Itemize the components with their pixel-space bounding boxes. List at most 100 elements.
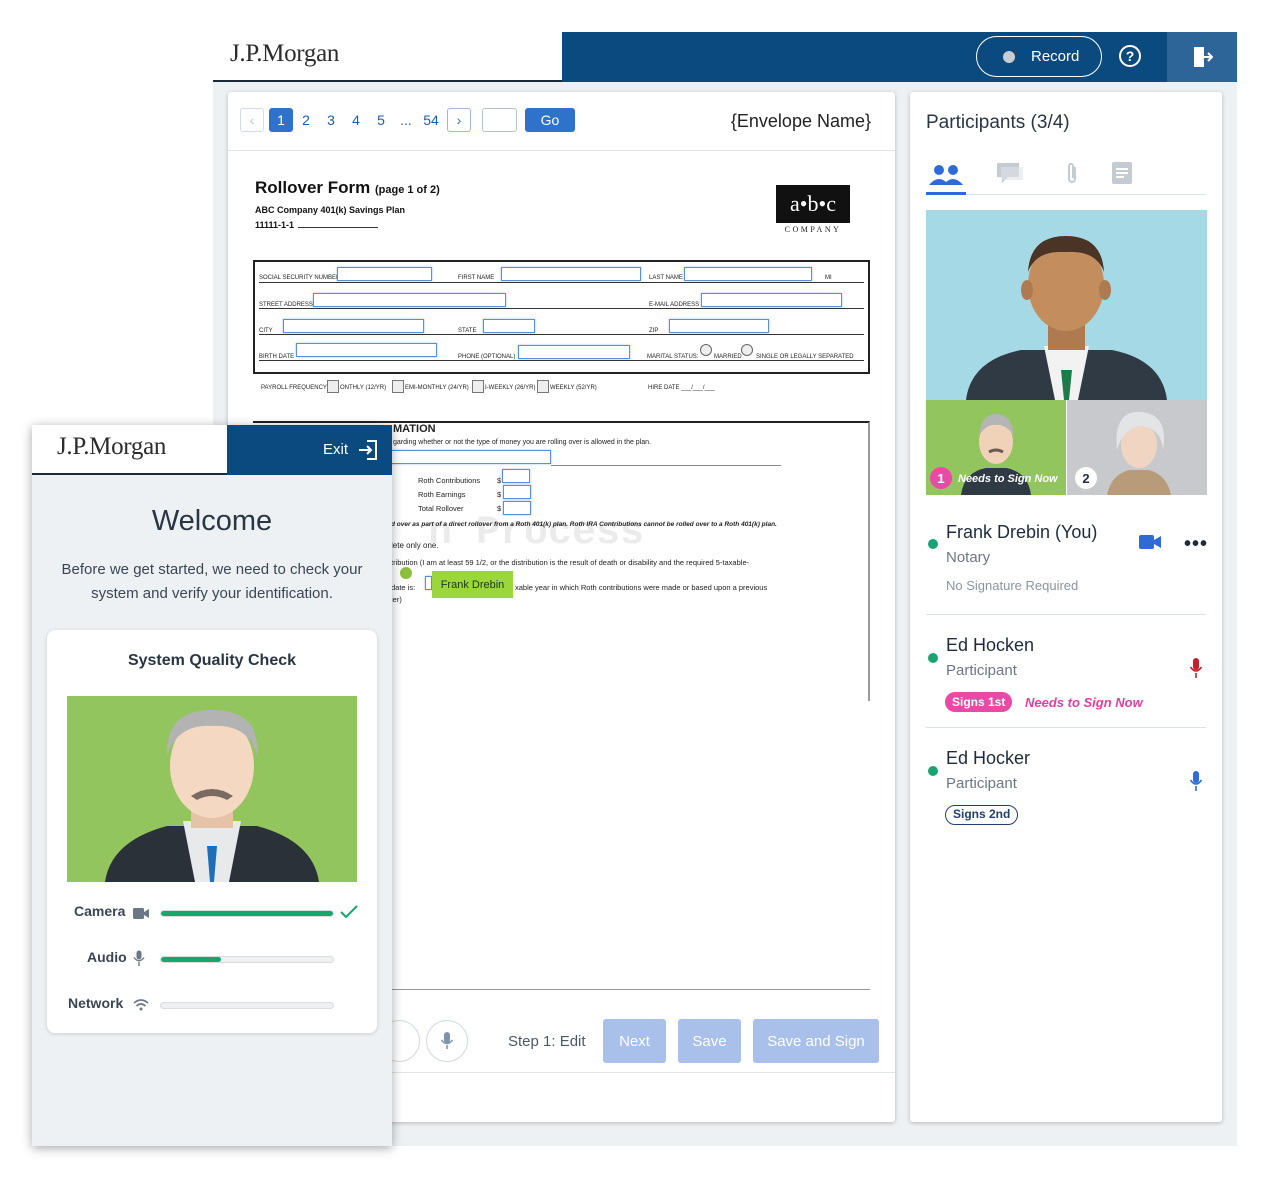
exit-door-icon [1194, 47, 1213, 67]
married-radio[interactable] [700, 344, 712, 356]
payroll-monthly-label: ONTHLY (12/YR) [340, 385, 387, 391]
birth-date-field[interactable] [296, 343, 437, 357]
participant-role: Notary [946, 549, 991, 566]
payroll-semimonthly-checkbox[interactable] [392, 380, 404, 393]
first-name-field[interactable] [501, 267, 641, 281]
payroll-biweekly-label: I-WEEKLY (26/YR) [485, 385, 536, 391]
more-options-icon[interactable]: ••• [1184, 533, 1208, 556]
roth-contrib-field[interactable] [502, 469, 530, 483]
go-button[interactable]: Go [525, 108, 575, 132]
microphone-icon [1189, 658, 1203, 678]
audio-progress-bar [160, 956, 334, 963]
zip-field[interactable] [669, 319, 769, 333]
roth-section-heading: MATION [393, 423, 436, 435]
camera-icon [133, 908, 149, 919]
payroll-monthly-checkbox[interactable] [327, 380, 339, 393]
account-line [298, 227, 378, 228]
next-button[interactable]: Next [603, 1019, 666, 1063]
welcome-text: Before we get started, we need to check … [61, 561, 363, 602]
record-label: Record [1031, 48, 1080, 65]
distribution-line: tribution (I am at least 59 1/2, or the … [391, 558, 750, 567]
participant-role: Participant [946, 662, 1017, 679]
exit-session-button[interactable] [1167, 32, 1237, 82]
page-link-54[interactable]: 54 [419, 108, 443, 132]
participants-tabs [926, 152, 1206, 195]
last-name-label: LAST NAME [649, 275, 683, 281]
company-logo-sub: COMPANY [784, 225, 842, 234]
camera-check-label: Camera [74, 903, 126, 919]
roth-line-rule [551, 465, 781, 466]
next-page-button[interactable]: › [447, 108, 471, 132]
participant-row-frank[interactable]: Frank Drebin (You) Notary No Signature R… [926, 507, 1208, 615]
user-avatar-icon [105, 710, 319, 882]
street-field[interactable] [313, 293, 506, 307]
audio-check-label: Audio [87, 949, 127, 965]
roth-earnings-field[interactable] [503, 485, 531, 499]
step-label: Step 1: Edit [508, 1033, 586, 1050]
help-icon[interactable]: ? [1119, 45, 1141, 67]
roth-earnings-dollar: $ [497, 490, 502, 499]
personal-info-section: SOCIAL SECURITY NUMBER FIRST NAME LAST N… [253, 260, 870, 374]
mic-toggle-button[interactable] [426, 1020, 468, 1062]
page-link-1[interactable]: 1 [269, 108, 293, 132]
page-navigator: ‹ 1 2 3 4 5 ... 54 › Go [240, 108, 575, 132]
plan-name: ABC Company 401(k) Savings Plan [255, 205, 406, 215]
page-link-5[interactable]: 5 [369, 108, 393, 132]
page-jump-input[interactable] [482, 108, 517, 132]
jpmorgan-logo: J.P.Morgan [57, 433, 167, 460]
single-radio[interactable] [741, 344, 753, 356]
phone-field[interactable] [518, 345, 630, 359]
thumb-status-text: Needs to Sign Now [958, 473, 1058, 485]
save-button[interactable]: Save [678, 1019, 741, 1063]
participant-name: Frank Drebin (You) [946, 522, 1098, 542]
row-line-1 [259, 282, 864, 283]
form-title-text: Rollover Form [255, 178, 371, 197]
last-name-field[interactable] [684, 267, 812, 281]
record-button[interactable]: Record [976, 36, 1102, 77]
page-link-2[interactable]: 2 [294, 108, 318, 132]
prev-page-button[interactable]: ‹ [240, 108, 264, 132]
signer-tag[interactable]: Frank Drebin [432, 571, 513, 598]
exit-arrow-icon [359, 440, 377, 460]
tab-attachments[interactable] [1052, 158, 1092, 188]
form-subtitle: ABC Company 401(k) Savings Plan 11111-1-… [255, 203, 405, 233]
audio-progress-fill [161, 957, 222, 962]
save-and-sign-button[interactable]: Save and Sign [753, 1019, 879, 1063]
roth-contrib-dollar: $ [497, 476, 502, 485]
participants-panel: Participants (3/4) 1 Needs to Sign Now 2… [910, 92, 1222, 1122]
participant-name: Ed Hocken [946, 635, 1035, 655]
payroll-biweekly-checkbox[interactable] [472, 380, 484, 393]
state-field[interactable] [483, 319, 535, 333]
email-field[interactable] [701, 293, 842, 307]
city-field[interactable] [283, 319, 424, 333]
participant-row-ed-hocker[interactable]: Ed Hocker Participant Signs 2nd [926, 728, 1206, 838]
roth-line-1: garding whether or not the type of money… [393, 439, 651, 446]
tab-participants[interactable] [926, 158, 966, 195]
tab-chat[interactable] [990, 158, 1030, 188]
signer-order-badge-2: 2 [1075, 467, 1097, 489]
thumbnail-video-2[interactable]: 2 [1067, 400, 1207, 495]
payroll-semimonthly-label: EMI-MONTHLY (24/YR) [405, 385, 469, 391]
tab-notes[interactable] [1102, 158, 1142, 188]
participant-role: Participant [946, 775, 1017, 792]
participant-row-ed-hocken[interactable]: Ed Hocken Participant Signs 1st Needs to… [926, 615, 1206, 728]
ssn-field[interactable] [337, 267, 432, 281]
needs-to-sign-status: Needs to Sign Now [1025, 695, 1143, 710]
exit-button[interactable]: Exit [227, 425, 392, 475]
thumbnail-video-1[interactable]: 1 Needs to Sign Now [926, 400, 1066, 495]
signature-note: No Signature Required [946, 578, 1079, 593]
paperclip-icon [1068, 163, 1076, 183]
page-link-4[interactable]: 4 [344, 108, 368, 132]
ier-line: ier) [391, 595, 402, 604]
page-ellipsis: ... [400, 112, 412, 128]
date-field[interactable] [425, 576, 432, 590]
payroll-weekly-checkbox[interactable] [537, 380, 549, 393]
row-line-4 [259, 360, 864, 361]
chat-icon [997, 163, 1023, 183]
rollover-type-field[interactable] [383, 450, 551, 464]
microphone-icon [133, 950, 145, 966]
page-link-3[interactable]: 3 [319, 108, 343, 132]
taxable-year-line: xable year in which Roth contributions w… [515, 583, 768, 592]
network-check-row: Network [47, 995, 377, 1015]
network-check-label: Network [68, 995, 124, 1011]
